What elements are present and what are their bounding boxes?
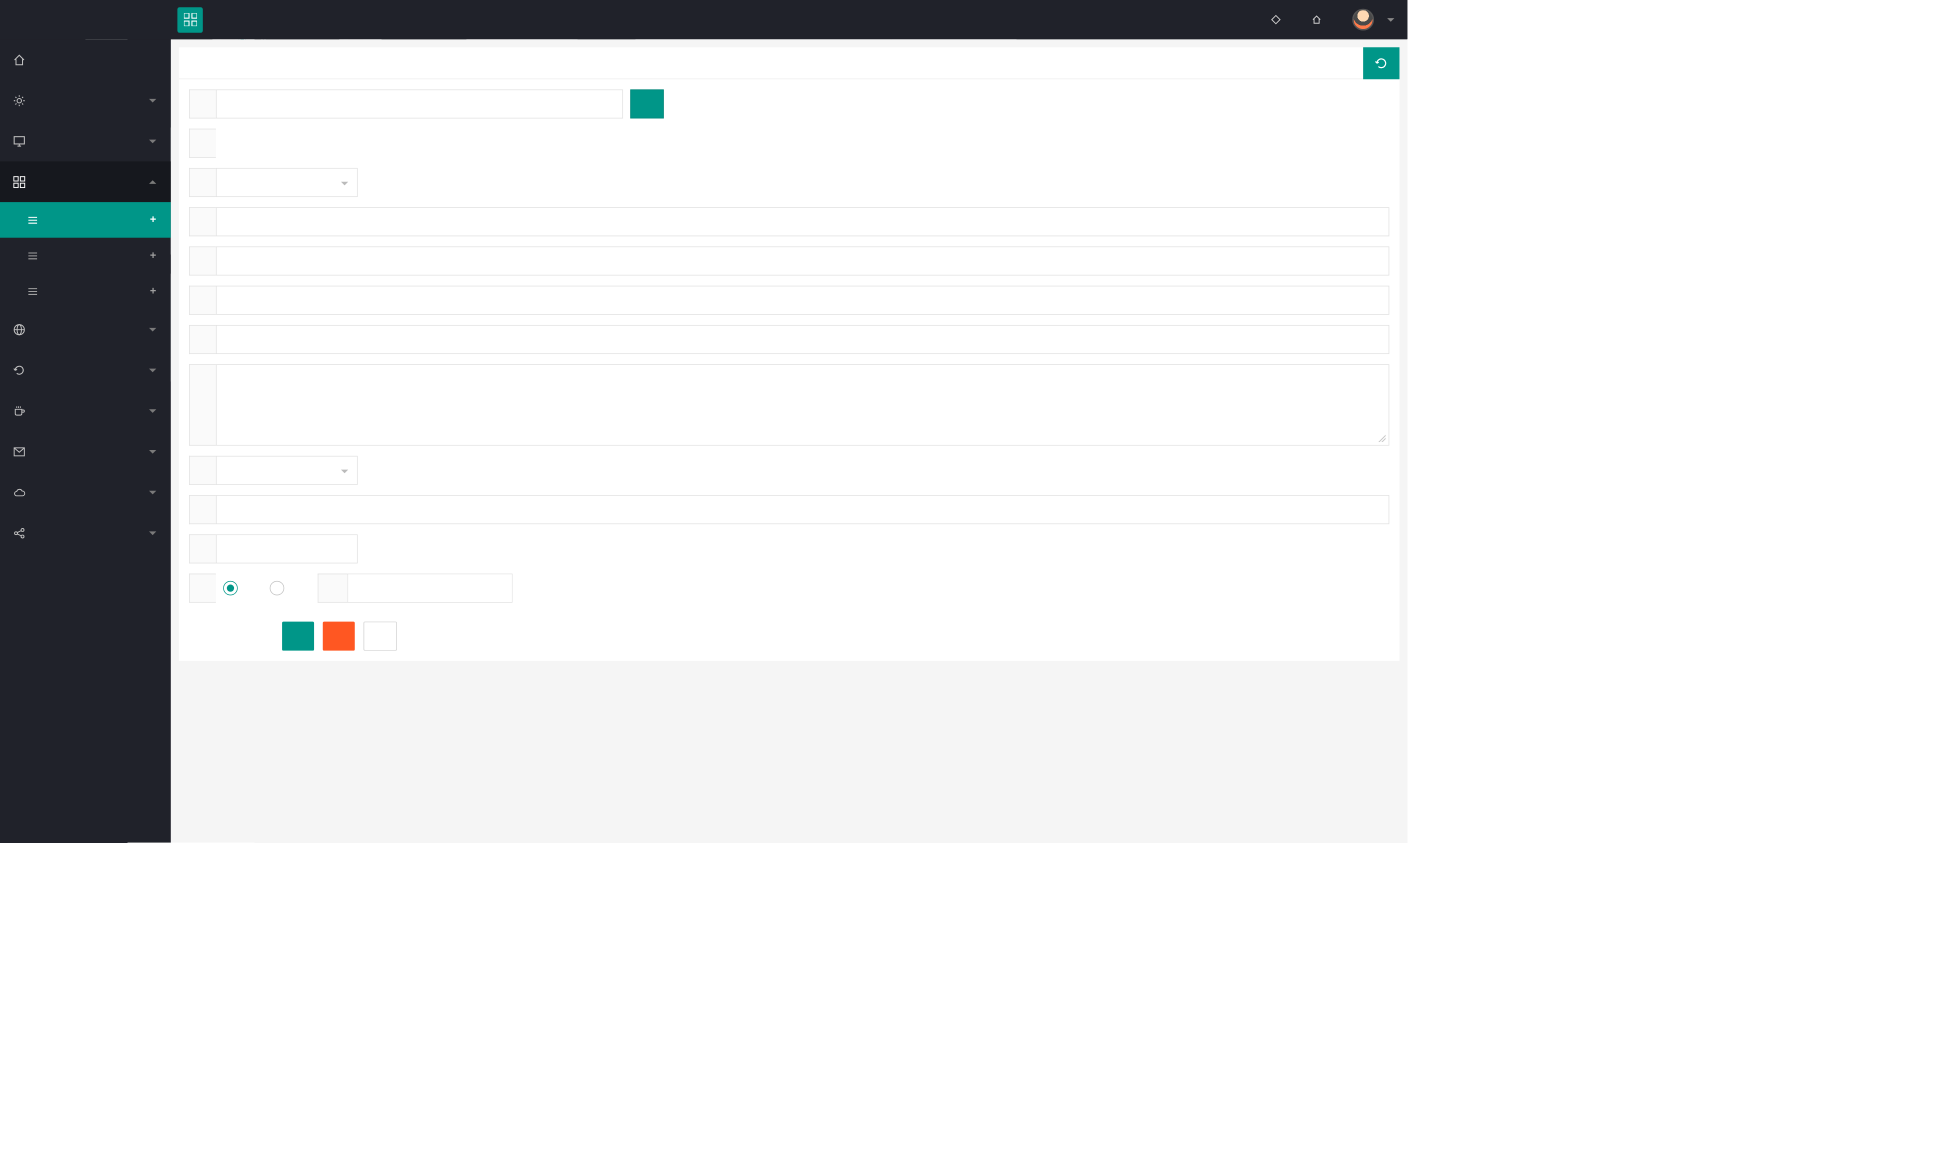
fetch-info-button[interactable] bbox=[630, 89, 663, 118]
grid-icon bbox=[184, 13, 197, 26]
home-icon bbox=[1312, 15, 1322, 25]
radio-dynamic[interactable] bbox=[270, 581, 292, 596]
globe-icon bbox=[13, 323, 25, 335]
sidebar-item-misc[interactable] bbox=[0, 513, 171, 554]
chevron-down-icon bbox=[149, 328, 156, 332]
chevron-down-icon bbox=[1387, 18, 1394, 22]
score-value[interactable] bbox=[217, 457, 357, 485]
sidebar-item-content[interactable] bbox=[0, 161, 171, 202]
desc-label bbox=[189, 364, 216, 445]
top-header bbox=[0, 0, 1407, 39]
home-icon bbox=[13, 53, 25, 65]
chevron-down-icon bbox=[149, 99, 156, 103]
site-logo-label bbox=[189, 286, 216, 315]
plus-icon: + bbox=[150, 214, 156, 226]
breadcrumb bbox=[179, 47, 1400, 79]
sidebar-item-template[interactable] bbox=[0, 390, 171, 431]
back-button[interactable] bbox=[364, 622, 397, 651]
plus-icon: + bbox=[150, 249, 156, 261]
monitor-icon bbox=[13, 135, 25, 147]
radio-static[interactable] bbox=[223, 581, 245, 596]
score-select[interactable] bbox=[216, 456, 358, 485]
cloud-icon bbox=[13, 486, 25, 498]
sub-item-topic[interactable]: + bbox=[0, 273, 171, 309]
views-label bbox=[189, 534, 216, 563]
chevron-down-icon bbox=[149, 531, 156, 535]
sub-item-publish-link[interactable]: + bbox=[0, 202, 171, 238]
link-type-value[interactable] bbox=[217, 169, 357, 197]
submit-button[interactable] bbox=[282, 622, 314, 651]
sidebar-item-home[interactable] bbox=[0, 39, 171, 80]
desc-textarea[interactable] bbox=[217, 365, 1389, 445]
chevron-down-icon bbox=[149, 490, 156, 494]
list-icon bbox=[28, 250, 38, 260]
link-type-select[interactable] bbox=[216, 168, 358, 197]
reset-button[interactable] bbox=[323, 622, 355, 651]
chevron-down-icon bbox=[341, 470, 348, 474]
refresh-icon bbox=[13, 364, 25, 376]
site-name-input[interactable] bbox=[217, 90, 623, 118]
site-url-label bbox=[189, 246, 216, 275]
sidebar-item-collect[interactable] bbox=[0, 472, 171, 513]
chevron-down-icon bbox=[149, 139, 156, 143]
form bbox=[179, 79, 1400, 661]
list-icon bbox=[28, 286, 38, 296]
pub-time-label bbox=[318, 574, 348, 603]
views-input[interactable] bbox=[217, 535, 357, 563]
refresh-cache-link[interactable] bbox=[1258, 0, 1299, 39]
keywords-label bbox=[189, 325, 216, 354]
sidebar: + + + bbox=[0, 39, 171, 842]
site-name-label bbox=[189, 89, 216, 118]
chevron-up-icon bbox=[149, 180, 156, 184]
grid-icon bbox=[13, 176, 25, 188]
qq-label bbox=[189, 495, 216, 524]
diamond-icon bbox=[1271, 15, 1281, 25]
chevron-down-icon bbox=[149, 450, 156, 454]
site-logo-input[interactable] bbox=[217, 286, 1389, 314]
plus-icon: + bbox=[150, 285, 156, 297]
keywords-input[interactable] bbox=[217, 326, 1389, 354]
link-type-label bbox=[189, 168, 216, 197]
chevron-down-icon bbox=[149, 368, 156, 372]
resize-handle-icon[interactable] bbox=[1378, 435, 1385, 442]
chevron-down-icon bbox=[341, 182, 348, 186]
front-home-link[interactable] bbox=[1298, 0, 1339, 39]
subtitle-input[interactable] bbox=[217, 208, 1389, 236]
cup-icon bbox=[13, 405, 25, 417]
refresh-button[interactable] bbox=[1363, 47, 1399, 79]
pub-opt-group bbox=[216, 574, 292, 603]
main-area bbox=[171, 39, 1408, 842]
sidebar-item-system[interactable] bbox=[0, 80, 171, 121]
sub-item-publish-article[interactable]: + bbox=[0, 238, 171, 274]
qq-input[interactable] bbox=[217, 496, 1389, 524]
subtitle-label bbox=[189, 207, 216, 236]
score-label bbox=[189, 456, 216, 485]
attrs-label bbox=[189, 129, 216, 158]
avatar bbox=[1352, 9, 1374, 31]
sidebar-item-generate[interactable] bbox=[0, 350, 171, 391]
list-icon bbox=[28, 215, 38, 225]
radio-icon bbox=[270, 581, 285, 596]
user-menu[interactable] bbox=[1339, 0, 1407, 39]
pub-time-input[interactable] bbox=[348, 574, 512, 602]
gear-icon bbox=[13, 94, 25, 106]
chevron-down-icon bbox=[149, 409, 156, 413]
sidebar-item-model[interactable] bbox=[0, 309, 171, 350]
site-url-input[interactable] bbox=[217, 247, 1389, 275]
share-icon bbox=[13, 527, 25, 539]
sidebar-item-columns[interactable] bbox=[0, 121, 171, 162]
dashboard-toggle-button[interactable] bbox=[177, 7, 202, 32]
pub-opt-label bbox=[189, 574, 216, 603]
refresh-icon bbox=[1375, 57, 1388, 70]
radio-icon bbox=[223, 581, 238, 596]
sidebar-item-batch[interactable] bbox=[0, 431, 171, 472]
mail-icon bbox=[13, 445, 25, 457]
